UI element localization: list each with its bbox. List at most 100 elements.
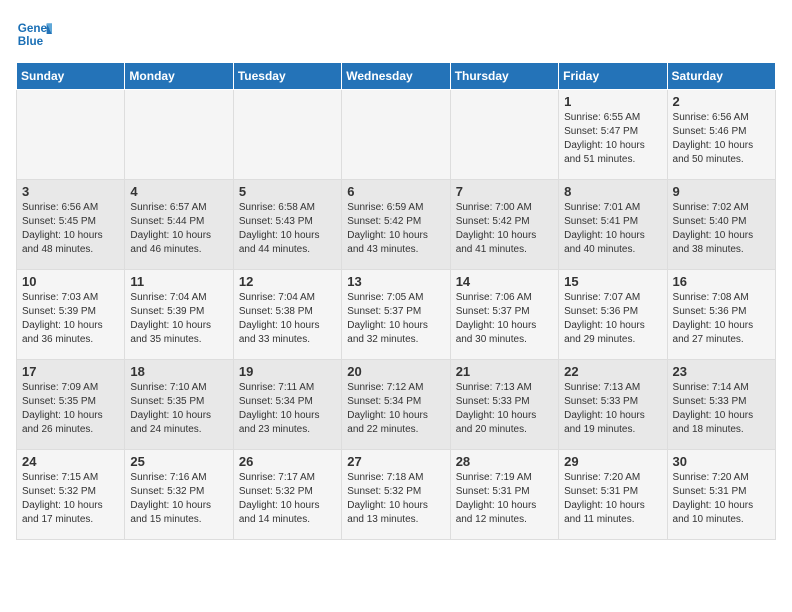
day-number: 4 (130, 184, 227, 199)
day-number: 1 (564, 94, 661, 109)
day-number: 25 (130, 454, 227, 469)
week-row-0: 1 Sunrise: 6:55 AM Sunset: 5:47 PM Daylig… (17, 90, 776, 180)
calendar-cell: 28 Sunrise: 7:19 AM Sunset: 5:31 PM Dayli… (450, 450, 558, 540)
calendar-cell: 21 Sunrise: 7:13 AM Sunset: 5:33 PM Dayli… (450, 360, 558, 450)
calendar-cell: 3Sunrise: 6:56 AM Sunset: 5:45 PM Daylig… (17, 180, 125, 270)
day-number: 14 (456, 274, 553, 289)
day-info: Sunrise: 7:11 AM Sunset: 5:34 PM Dayligh… (239, 381, 336, 437)
day-info: Sunrise: 6:57 AM Sunset: 5:44 PM Dayligh… (130, 201, 227, 257)
week-row-1: 3Sunrise: 6:56 AM Sunset: 5:45 PM Daylig… (17, 180, 776, 270)
day-number: 28 (456, 454, 553, 469)
day-info: Sunrise: 7:09 AM Sunset: 5:35 PM Dayligh… (22, 381, 119, 437)
day-info: Sunrise: 7:13 AM Sunset: 5:33 PM Dayligh… (456, 381, 553, 437)
calendar-cell: 26 Sunrise: 7:17 AM Sunset: 5:32 PM Dayli… (233, 450, 341, 540)
calendar-cell: 6Sunrise: 6:59 AM Sunset: 5:42 PM Daylig… (342, 180, 450, 270)
day-info: Sunrise: 7:01 AM Sunset: 5:41 PM Dayligh… (564, 201, 661, 257)
day-number: 5 (239, 184, 336, 199)
calendar-cell (233, 90, 341, 180)
calendar-cell: 25 Sunrise: 7:16 AM Sunset: 5:32 PM Dayli… (125, 450, 233, 540)
day-info: Sunrise: 7:03 AM Sunset: 5:39 PM Dayligh… (22, 291, 119, 347)
day-number: 11 (130, 274, 227, 289)
calendar-cell (17, 90, 125, 180)
day-number: 13 (347, 274, 444, 289)
calendar-cell: 14 Sunrise: 7:06 AM Sunset: 5:37 PM Dayli… (450, 270, 558, 360)
day-info: Sunrise: 6:55 AM Sunset: 5:47 PM Dayligh… (564, 111, 661, 167)
calendar-cell: 24 Sunrise: 7:15 AM Sunset: 5:32 PM Dayli… (17, 450, 125, 540)
calendar-table: SundayMondayTuesdayWednesdayThursdayFrid… (16, 62, 776, 540)
calendar-cell: 11 Sunrise: 7:04 AM Sunset: 5:39 PM Dayli… (125, 270, 233, 360)
calendar-cell: 12 Sunrise: 7:04 AM Sunset: 5:38 PM Dayli… (233, 270, 341, 360)
day-info: Sunrise: 6:56 AM Sunset: 5:46 PM Dayligh… (673, 111, 770, 167)
calendar-cell (450, 90, 558, 180)
day-info: Sunrise: 7:15 AM Sunset: 5:32 PM Dayligh… (22, 471, 119, 527)
day-info: Sunrise: 7:18 AM Sunset: 5:32 PM Dayligh… (347, 471, 444, 527)
day-info: Sunrise: 7:10 AM Sunset: 5:35 PM Dayligh… (130, 381, 227, 437)
calendar-cell (125, 90, 233, 180)
day-info: Sunrise: 7:05 AM Sunset: 5:37 PM Dayligh… (347, 291, 444, 347)
day-number: 24 (22, 454, 119, 469)
calendar-cell: 17 Sunrise: 7:09 AM Sunset: 5:35 PM Dayli… (17, 360, 125, 450)
day-info: Sunrise: 6:59 AM Sunset: 5:42 PM Dayligh… (347, 201, 444, 257)
calendar-cell: 4 Sunrise: 6:57 AM Sunset: 5:44 PM Daylig… (125, 180, 233, 270)
day-number: 16 (673, 274, 770, 289)
calendar-cell: 18 Sunrise: 7:10 AM Sunset: 5:35 PM Dayli… (125, 360, 233, 450)
col-header-monday: Monday (125, 63, 233, 90)
day-info: Sunrise: 7:06 AM Sunset: 5:37 PM Dayligh… (456, 291, 553, 347)
day-info: Sunrise: 7:20 AM Sunset: 5:31 PM Dayligh… (673, 471, 770, 527)
day-info: Sunrise: 7:00 AM Sunset: 5:42 PM Dayligh… (456, 201, 553, 257)
day-number: 27 (347, 454, 444, 469)
week-row-2: 10Sunrise: 7:03 AM Sunset: 5:39 PM Dayli… (17, 270, 776, 360)
day-info: Sunrise: 7:17 AM Sunset: 5:32 PM Dayligh… (239, 471, 336, 527)
day-info: Sunrise: 7:14 AM Sunset: 5:33 PM Dayligh… (673, 381, 770, 437)
day-info: Sunrise: 7:04 AM Sunset: 5:38 PM Dayligh… (239, 291, 336, 347)
calendar-cell: 23 Sunrise: 7:14 AM Sunset: 5:33 PM Dayli… (667, 360, 775, 450)
calendar-cell: 20Sunrise: 7:12 AM Sunset: 5:34 PM Dayli… (342, 360, 450, 450)
calendar-cell (342, 90, 450, 180)
day-number: 18 (130, 364, 227, 379)
day-info: Sunrise: 7:04 AM Sunset: 5:39 PM Dayligh… (130, 291, 227, 347)
calendar-cell: 2 Sunrise: 6:56 AM Sunset: 5:46 PM Daylig… (667, 90, 775, 180)
day-number: 30 (673, 454, 770, 469)
calendar-cell: 8Sunrise: 7:01 AM Sunset: 5:41 PM Daylig… (559, 180, 667, 270)
day-number: 12 (239, 274, 336, 289)
day-number: 7 (456, 184, 553, 199)
col-header-sunday: Sunday (17, 63, 125, 90)
calendar-cell: 30 Sunrise: 7:20 AM Sunset: 5:31 PM Dayli… (667, 450, 775, 540)
day-info: Sunrise: 7:08 AM Sunset: 5:36 PM Dayligh… (673, 291, 770, 347)
day-number: 2 (673, 94, 770, 109)
logo-icon: General Blue (16, 16, 52, 52)
day-info: Sunrise: 7:16 AM Sunset: 5:32 PM Dayligh… (130, 471, 227, 527)
day-info: Sunrise: 6:58 AM Sunset: 5:43 PM Dayligh… (239, 201, 336, 257)
day-info: Sunrise: 7:02 AM Sunset: 5:40 PM Dayligh… (673, 201, 770, 257)
calendar-cell: 7 Sunrise: 7:00 AM Sunset: 5:42 PM Daylig… (450, 180, 558, 270)
calendar-cell: 9 Sunrise: 7:02 AM Sunset: 5:40 PM Daylig… (667, 180, 775, 270)
day-info: Sunrise: 7:19 AM Sunset: 5:31 PM Dayligh… (456, 471, 553, 527)
calendar-cell: 15 Sunrise: 7:07 AM Sunset: 5:36 PM Dayli… (559, 270, 667, 360)
day-number: 15 (564, 274, 661, 289)
calendar-cell: 29 Sunrise: 7:20 AM Sunset: 5:31 PM Dayli… (559, 450, 667, 540)
day-number: 21 (456, 364, 553, 379)
day-number: 19 (239, 364, 336, 379)
day-number: 17 (22, 364, 119, 379)
week-row-3: 17 Sunrise: 7:09 AM Sunset: 5:35 PM Dayli… (17, 360, 776, 450)
col-header-tuesday: Tuesday (233, 63, 341, 90)
col-header-thursday: Thursday (450, 63, 558, 90)
day-number: 29 (564, 454, 661, 469)
calendar-cell: 27 Sunrise: 7:18 AM Sunset: 5:32 PM Dayli… (342, 450, 450, 540)
week-row-4: 24 Sunrise: 7:15 AM Sunset: 5:32 PM Dayli… (17, 450, 776, 540)
day-number: 22 (564, 364, 661, 379)
day-number: 20 (347, 364, 444, 379)
calendar-cell: 1 Sunrise: 6:55 AM Sunset: 5:47 PM Daylig… (559, 90, 667, 180)
calendar-cell: 13 Sunrise: 7:05 AM Sunset: 5:37 PM Dayli… (342, 270, 450, 360)
calendar-cell: 10Sunrise: 7:03 AM Sunset: 5:39 PM Dayli… (17, 270, 125, 360)
calendar-cell: 22Sunrise: 7:13 AM Sunset: 5:33 PM Dayli… (559, 360, 667, 450)
day-number: 23 (673, 364, 770, 379)
col-header-saturday: Saturday (667, 63, 775, 90)
col-header-friday: Friday (559, 63, 667, 90)
day-info: Sunrise: 7:20 AM Sunset: 5:31 PM Dayligh… (564, 471, 661, 527)
day-info: Sunrise: 7:07 AM Sunset: 5:36 PM Dayligh… (564, 291, 661, 347)
day-number: 26 (239, 454, 336, 469)
col-header-wednesday: Wednesday (342, 63, 450, 90)
day-number: 9 (673, 184, 770, 199)
logo: General Blue (16, 16, 52, 52)
